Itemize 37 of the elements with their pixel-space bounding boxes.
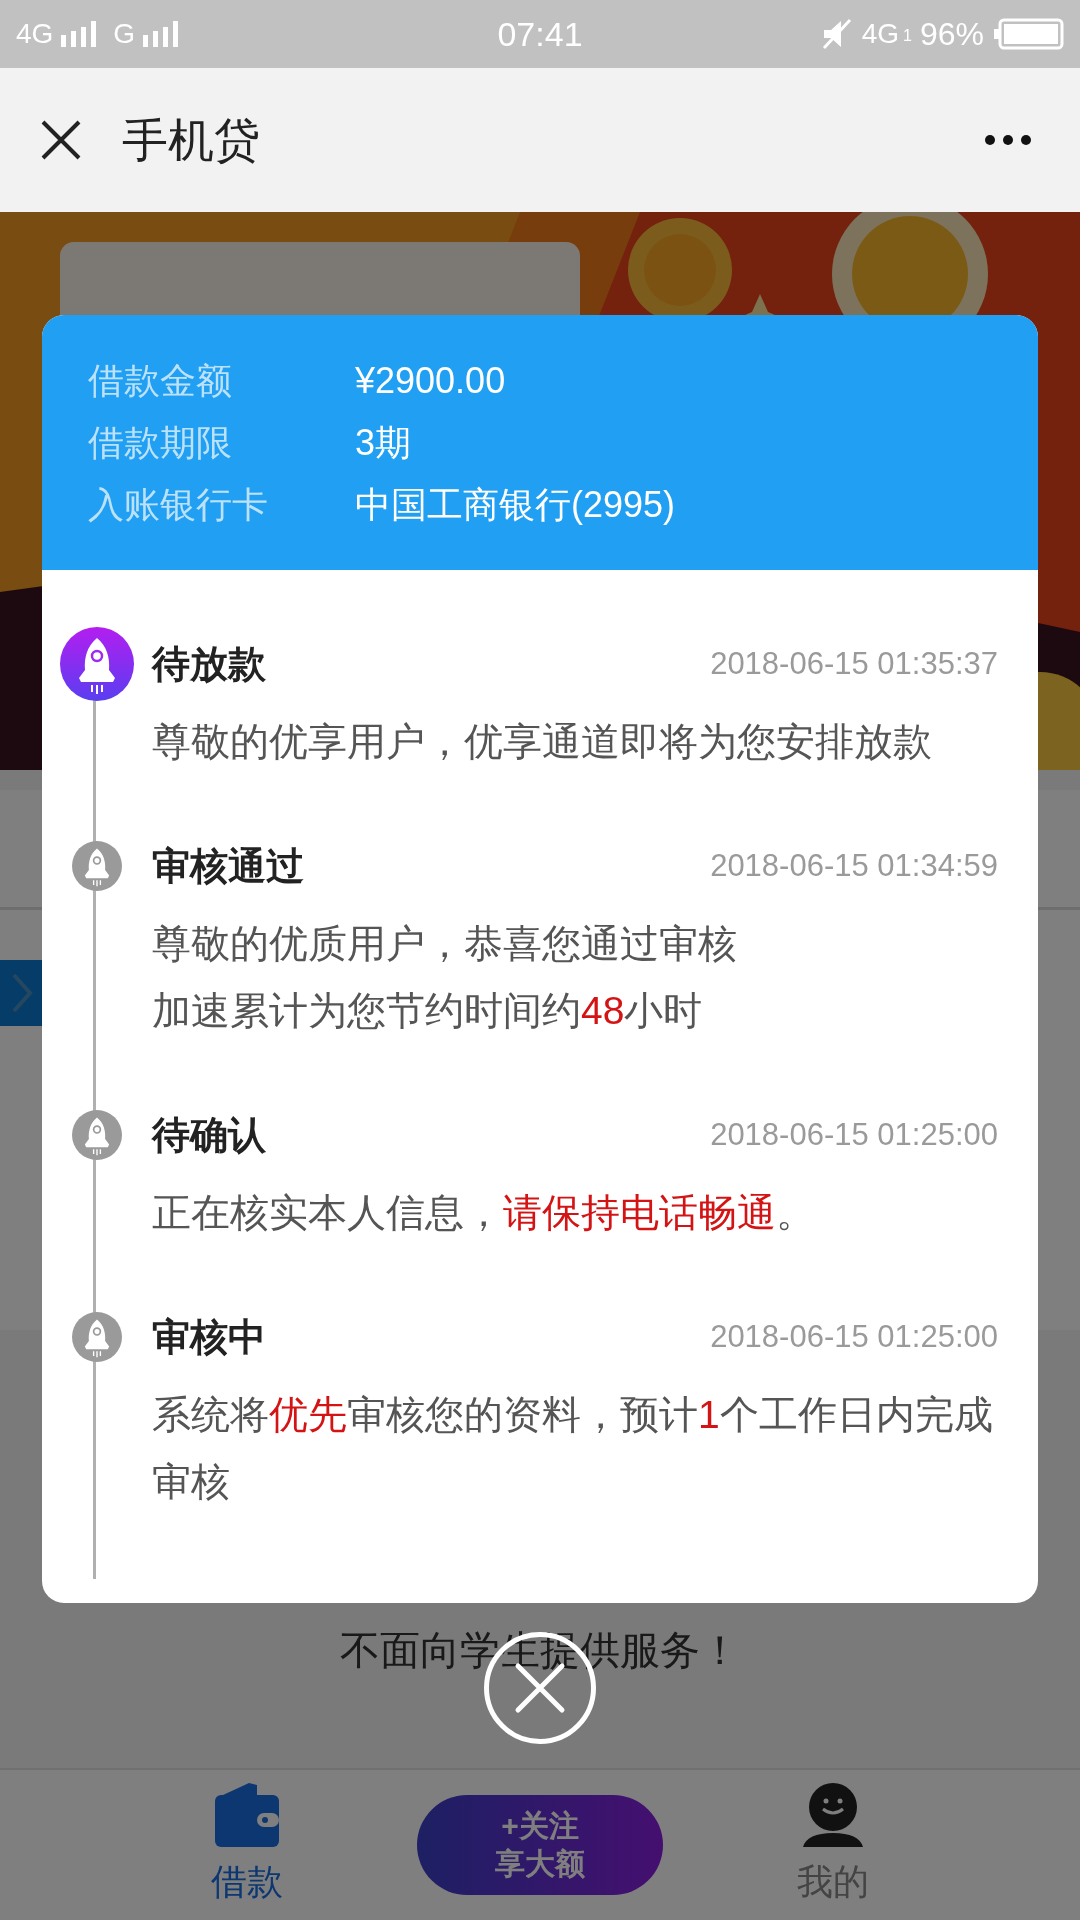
summary-value: 3期 xyxy=(355,420,412,465)
nav-tab[interactable]: 我的 xyxy=(743,1781,923,1909)
status-time: 2018-06-15 01:34:59 xyxy=(710,846,998,885)
clock: 07:41 xyxy=(496,13,584,55)
status-title: 待确认 xyxy=(152,1112,266,1158)
nav-tab[interactable]: 借款 xyxy=(157,1781,337,1909)
status-description: 尊敬的优质用户，恭喜您通过审核 xyxy=(152,921,738,967)
status-time: 2018-06-15 01:25:00 xyxy=(710,1317,998,1356)
page-title: 手机贷 xyxy=(122,112,261,168)
status-description: 正在核实本人信息，请保持电话畅通。 xyxy=(152,1190,816,1236)
status-title: 审核通过 xyxy=(152,843,304,889)
more-icon xyxy=(984,134,1032,146)
status-description: 系统将优先审核您的资料，预计1个工作日内完成审核 xyxy=(152,1392,994,1505)
status-title: 审核中 xyxy=(152,1314,266,1360)
chevron-icon xyxy=(10,971,34,1015)
summary-label: 借款期限 xyxy=(88,420,233,465)
battery-icon xyxy=(994,18,1064,50)
status-title: 待放款 xyxy=(152,641,266,687)
status-description: 尊敬的优享用户，优享通道即将为您安排放款 xyxy=(152,719,933,765)
network-label: G xyxy=(113,17,136,51)
mute-icon xyxy=(821,18,852,50)
network-label: 4G xyxy=(16,17,54,51)
summary-value: 中国工商银行(2995) xyxy=(355,482,676,527)
summary-label: 入账银行卡 xyxy=(88,482,269,527)
battery-label: 96% xyxy=(919,15,984,54)
network-label: 4G xyxy=(861,17,900,51)
follow-button[interactable]: +关注 享大额 xyxy=(417,1795,663,1895)
status-description: 加速累计为您节约时间约48小时 xyxy=(152,988,704,1034)
summary-label: 借款金额 xyxy=(88,358,233,403)
signal-icon xyxy=(61,19,98,49)
sim-label: 1 xyxy=(903,26,912,46)
summary-value: ¥2900.00 xyxy=(355,358,506,403)
status-time: 2018-06-15 01:35:37 xyxy=(710,644,998,683)
status-time: 2018-06-15 01:25:00 xyxy=(710,1115,998,1154)
close-icon xyxy=(39,118,83,162)
wallet-icon xyxy=(213,1781,281,1849)
signal-icon xyxy=(143,19,180,49)
